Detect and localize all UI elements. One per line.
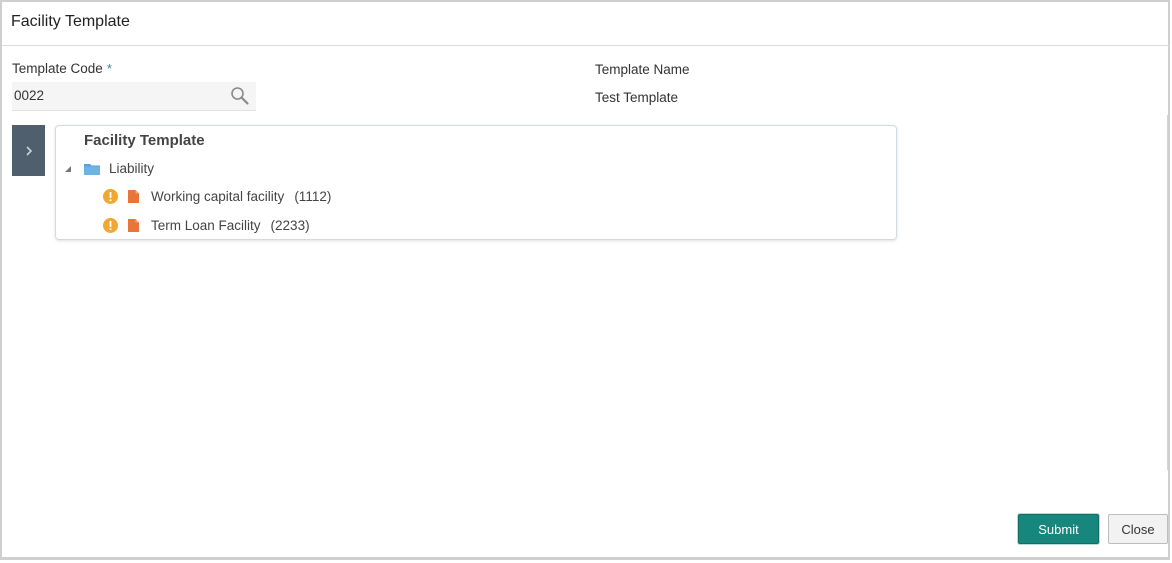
close-button[interactable]: Close xyxy=(1108,514,1168,544)
caret-down-icon[interactable] xyxy=(64,165,72,173)
template-code-label: Template Code * xyxy=(12,61,112,76)
warning-icon xyxy=(103,218,118,233)
required-marker: * xyxy=(106,61,112,76)
tree-node-liability[interactable]: Liability xyxy=(64,161,154,176)
page-title: Facility Template xyxy=(11,13,130,30)
template-code-input[interactable] xyxy=(12,82,224,109)
document-icon xyxy=(128,190,139,203)
template-name-value: Test Template xyxy=(595,90,679,105)
tree-node-term-loan[interactable]: Term Loan Facility (2233) xyxy=(103,218,310,233)
search-icon[interactable] xyxy=(230,86,250,106)
side-panel-toggle[interactable] xyxy=(12,125,45,176)
document-icon xyxy=(128,219,139,232)
submit-button[interactable]: Submit xyxy=(1018,514,1099,544)
tree-node-label: Term Loan Facility xyxy=(151,218,261,233)
tree-title: Facility Template xyxy=(84,132,205,149)
tree-node-label: Liability xyxy=(109,161,155,176)
chevron-right-icon xyxy=(25,145,32,156)
tree-node-label: Working capital facility xyxy=(151,189,285,204)
folder-icon xyxy=(84,163,100,175)
template-code-field[interactable] xyxy=(12,82,256,111)
dialog-header: Facility Template xyxy=(2,2,1170,46)
warning-icon xyxy=(103,189,118,204)
facility-tree-panel: Facility Template Liability Working capi… xyxy=(55,125,897,240)
tree-node-count: (1112) xyxy=(294,189,332,204)
template-name-label: Template Name xyxy=(595,62,690,77)
tree-node-working-capital[interactable]: Working capital facility (1112) xyxy=(103,189,331,204)
tree-node-count: (2233) xyxy=(270,218,310,233)
scrollbar-track[interactable] xyxy=(1167,115,1168,470)
